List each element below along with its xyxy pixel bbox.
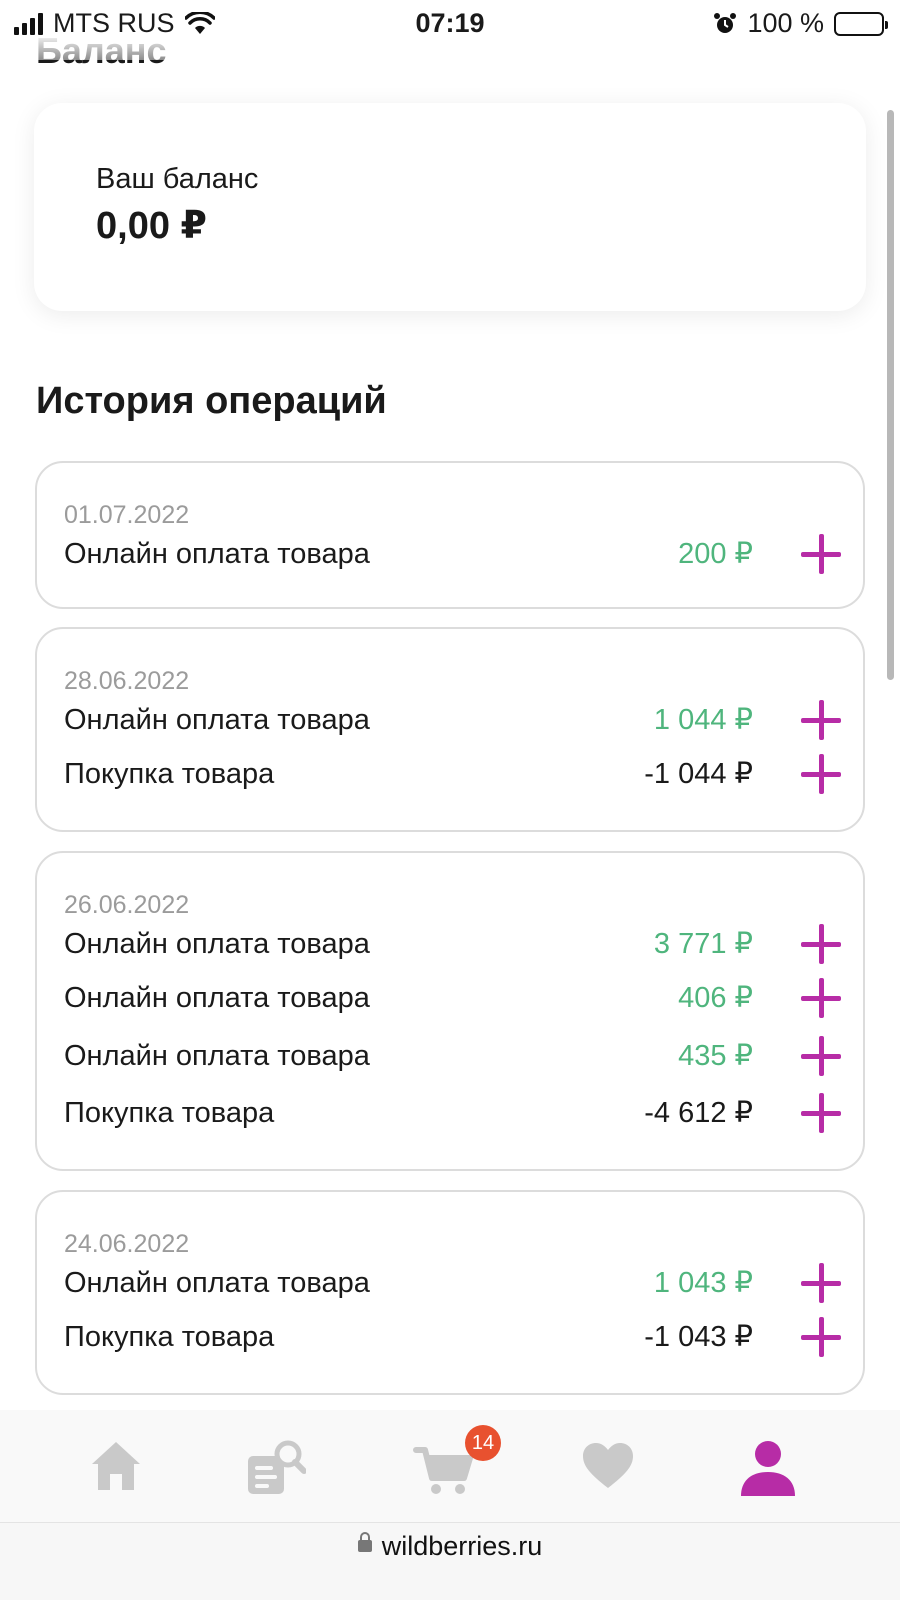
battery-icon — [834, 11, 888, 36]
home-icon — [92, 1442, 140, 1490]
profile-icon — [741, 1441, 795, 1496]
history-item: Покупка товара -1 044 ₽ — [64, 754, 843, 794]
url-text: wildberries.ru — [381, 1531, 543, 1561]
history-date: 24.06.2022 — [64, 1230, 190, 1258]
history-item-name: Покупка товара — [64, 1097, 275, 1129]
history-item-amount: 1 044 ₽ — [653, 704, 753, 736]
history-item-amount: -4 612 ₽ — [644, 1097, 753, 1129]
nav-cart[interactable] — [412, 1438, 473, 1498]
expand-plus-icon[interactable] — [801, 1036, 841, 1076]
history-title: История операций — [36, 380, 387, 422]
lock-icon — [357, 1531, 372, 1552]
history-item-amount: 1 043 ₽ — [653, 1267, 753, 1299]
history-item-amount: 435 ₽ — [678, 1040, 753, 1072]
balance-label: Ваш баланс — [96, 163, 259, 195]
history-item-name: Онлайн оплата товара — [64, 1040, 370, 1072]
cart-badge: 14 — [465, 1425, 501, 1461]
nav-profile[interactable] — [738, 1438, 798, 1498]
expand-plus-icon[interactable] — [801, 978, 841, 1018]
expand-plus-icon[interactable] — [801, 754, 841, 794]
expand-plus-icon[interactable] — [801, 924, 841, 964]
history-item: Онлайн оплата товара 3 771 ₽ — [64, 924, 843, 964]
nav-home[interactable] — [88, 1438, 148, 1498]
history-item-name: Онлайн оплата товара — [64, 928, 370, 960]
history-item-amount: -1 044 ₽ — [644, 758, 753, 790]
balance-value: 0,00 ₽ — [96, 205, 207, 247]
history-group: 26.06.2022 Онлайн оплата товара 3 771 ₽ … — [35, 851, 865, 1171]
page-scrollbar[interactable] — [887, 110, 894, 680]
status-right: 100 % — [713, 8, 888, 39]
history-item-amount: 3 771 ₽ — [653, 928, 753, 960]
history-group: 28.06.2022 Онлайн оплата товара 1 044 ₽ … — [35, 627, 865, 832]
alarm-icon — [714, 12, 737, 33]
expand-plus-icon[interactable] — [801, 1317, 841, 1357]
history-item: Онлайн оплата товара 1 044 ₽ — [64, 700, 843, 740]
catalog-search-icon — [248, 1440, 307, 1494]
status-bar: MTS RUS 07:19 100 % — [0, 0, 900, 46]
history-item: Покупка товара -1 043 ₽ — [64, 1317, 843, 1357]
heart-icon — [583, 1443, 633, 1488]
history-item: Онлайн оплата товара 406 ₽ — [64, 978, 843, 1018]
history-item-amount: -1 043 ₽ — [644, 1321, 753, 1353]
expand-plus-icon[interactable] — [801, 1093, 841, 1133]
history-group: 01.07.2022 Онлайн оплата товара 200 ₽ — [35, 461, 865, 609]
history-item-name: Онлайн оплата товара — [64, 982, 370, 1014]
history-item: Онлайн оплата товара 1 043 ₽ — [64, 1263, 843, 1303]
history-item: Онлайн оплата товара 435 ₽ — [64, 1036, 843, 1076]
bottom-nav: 14 — [0, 1410, 900, 1522]
history-item: Онлайн оплата товара 200 ₽ — [64, 534, 843, 574]
nav-favorites[interactable] — [580, 1438, 640, 1498]
expand-plus-icon[interactable] — [801, 1263, 841, 1303]
history-item-amount: 200 ₽ — [678, 538, 753, 570]
history-item-name: Онлайн оплата товара — [64, 1267, 370, 1299]
history-group: 24.06.2022 Онлайн оплата товара 1 043 ₽ … — [35, 1190, 865, 1395]
history-date: 01.07.2022 — [64, 501, 190, 529]
history-item-name: Покупка товара — [64, 1321, 275, 1353]
history-item-name: Онлайн оплата товара — [64, 538, 370, 570]
balance-card: Ваш баланс 0,00 ₽ — [34, 103, 866, 311]
history-item: Покупка товара -4 612 ₽ — [64, 1093, 843, 1133]
history-date: 26.06.2022 — [64, 891, 190, 919]
history-date: 28.06.2022 — [64, 667, 190, 695]
expand-plus-icon[interactable] — [801, 534, 841, 574]
nav-catalog[interactable] — [246, 1438, 307, 1498]
expand-plus-icon[interactable] — [801, 700, 841, 740]
history-item-name: Онлайн оплата товара — [64, 704, 370, 736]
battery-percent: 100 % — [747, 8, 824, 38]
history-item-name: Покупка товара — [64, 758, 275, 790]
history-item-amount: 406 ₽ — [678, 982, 753, 1014]
browser-url-bar[interactable]: wildberries.ru — [0, 1522, 900, 1600]
url-display[interactable]: wildberries.ru — [0, 1531, 900, 1562]
